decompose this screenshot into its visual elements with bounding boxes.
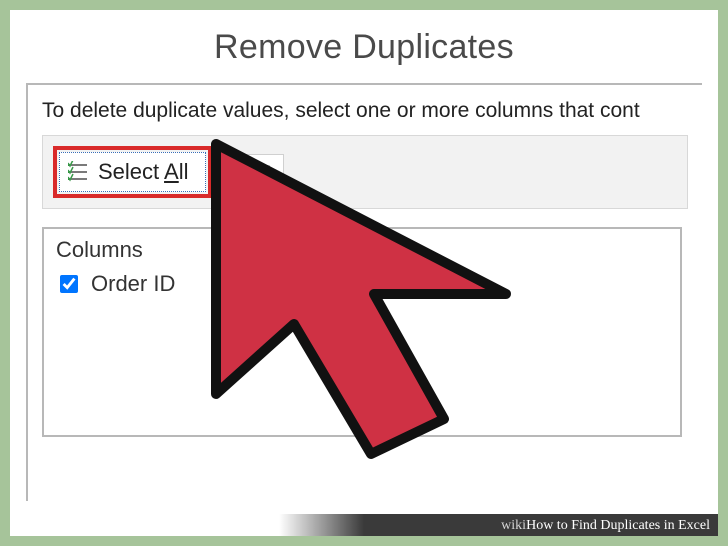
dialog-panel: To delete duplicate values, select one o… xyxy=(26,83,702,501)
checklist-icon xyxy=(68,161,90,183)
checklist-icon-faded xyxy=(251,161,273,183)
button-row: Select All xyxy=(42,135,688,209)
columns-listbox: Columns Order ID xyxy=(42,227,682,437)
tutorial-frame: Remove Duplicates To delete duplicate va… xyxy=(0,0,728,546)
watermark-brand: H xyxy=(526,518,536,533)
list-item[interactable]: Order ID xyxy=(56,269,668,299)
highlight-box: Select All xyxy=(53,146,212,198)
select-all-label: Select All xyxy=(98,159,189,185)
select-all-button[interactable]: Select All xyxy=(59,152,206,192)
column-checkbox-order-id[interactable] xyxy=(60,275,78,293)
column-label: Order ID xyxy=(91,271,175,297)
watermark-title: ow to Find Duplicates in Excel xyxy=(536,518,710,533)
columns-header: Columns xyxy=(56,237,668,263)
select-all-prefix: Select xyxy=(98,159,164,184)
watermark-wiki: wiki xyxy=(501,518,526,533)
unselect-all-button[interactable] xyxy=(240,154,284,190)
select-all-accel: A xyxy=(164,159,179,184)
watermark: wikiHow to Find Duplicates in Excel xyxy=(10,514,718,536)
select-all-suffix: ll xyxy=(179,159,189,184)
dialog-title: Remove Duplicates xyxy=(10,28,718,67)
instruction-text: To delete duplicate values, select one o… xyxy=(42,99,688,123)
